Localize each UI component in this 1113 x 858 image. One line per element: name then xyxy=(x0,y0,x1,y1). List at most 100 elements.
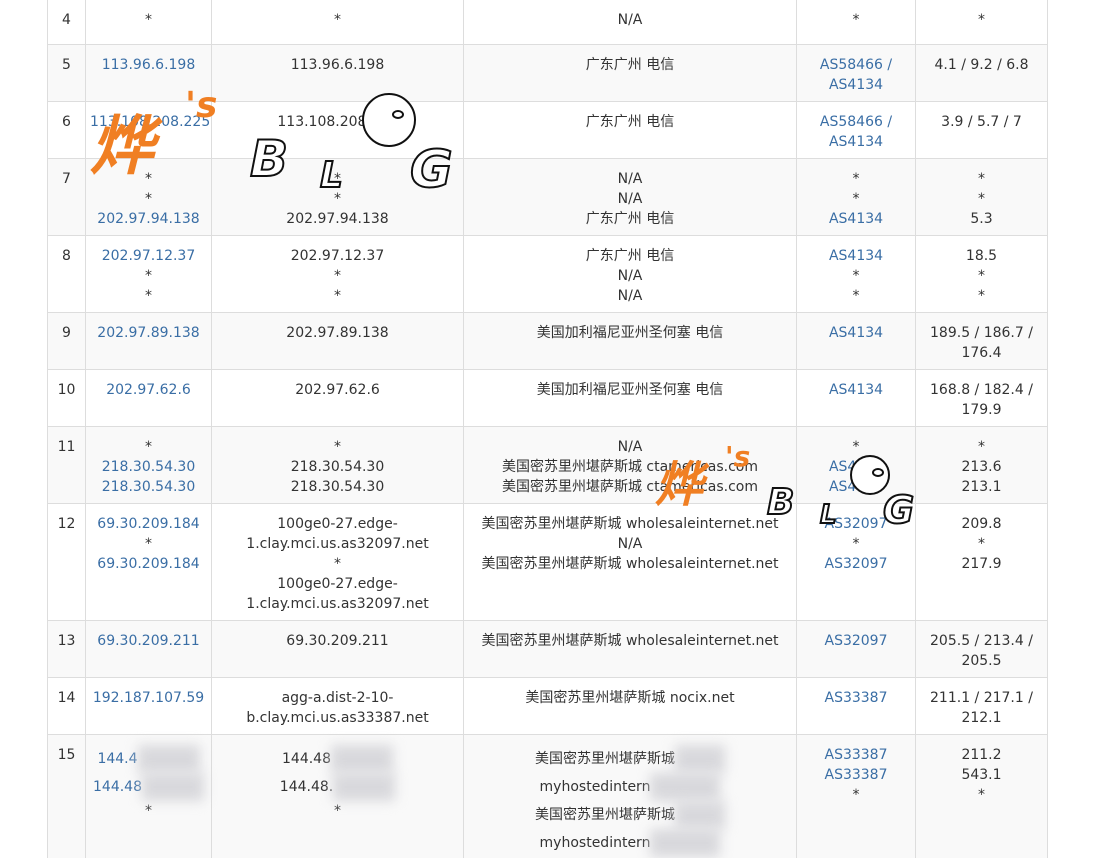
ip-link[interactable]: 69.30.209.211 xyxy=(90,631,207,651)
latency-cell: * * 5.3 xyxy=(915,158,1048,236)
as-value: * xyxy=(852,787,860,803)
ip-value: * xyxy=(145,191,152,207)
redaction-blur xyxy=(137,745,200,773)
asn-link[interactable]: AS32097 xyxy=(801,514,911,534)
ip-cell: 113.96.6.198 xyxy=(85,44,212,102)
asn-link[interactable]: AS33387 xyxy=(801,765,911,785)
location-cell: 美国加利福尼亚州圣何塞 电信 xyxy=(463,369,797,427)
ip-link[interactable]: 218.30.54.30 xyxy=(90,477,207,497)
redaction-blur xyxy=(675,745,725,773)
ip-link[interactable]: 69.30.209.184 xyxy=(90,514,207,534)
host-value: 144.48 xyxy=(216,745,459,773)
asn-cell: AS32097 * AS32097 xyxy=(796,503,916,621)
location-cell: N/A xyxy=(463,0,797,45)
ip-value: * xyxy=(145,803,152,819)
hop-number: 10 xyxy=(47,369,86,427)
hop-number: 9 xyxy=(47,312,86,370)
as-value: * xyxy=(852,288,860,304)
asn-cell: * * AS4134 xyxy=(796,158,916,236)
asn-link[interactable]: AS4134 xyxy=(801,323,911,343)
geo-value: N/A xyxy=(617,439,643,455)
asn-link[interactable]: AS33387 xyxy=(801,745,911,765)
hop-number: 7 xyxy=(47,158,86,236)
location-cell: 美国密苏里州堪萨斯城 wholesaleinternet.net N/A 美国密苏里… xyxy=(463,503,797,621)
rtt-value: 189.5 / 186.7 / 176.4 xyxy=(930,325,1033,361)
host-value: * xyxy=(334,171,341,187)
host-value: * xyxy=(334,12,341,28)
ip-link[interactable]: 69.30.209.184 xyxy=(90,554,207,574)
geo-value: 美国密苏里州堪萨斯城 wholesaleinternet.net xyxy=(481,516,779,532)
latency-cell: 168.8 / 182.4 / 179.9 xyxy=(915,369,1048,427)
as-value: * xyxy=(852,268,860,284)
geo-value: myhostedintern xyxy=(468,829,792,857)
ip-link[interactable]: 202.97.62.6 xyxy=(90,380,207,400)
table-row: 4 * * N/A * * xyxy=(47,0,1048,45)
ip-link[interactable]: 144.4 xyxy=(90,745,207,773)
hop-number: 11 xyxy=(47,426,86,504)
asn-link[interactable]: AS32097 xyxy=(801,631,911,651)
table-row: 9 202.97.89.138 202.97.89.138 美国加利福尼亚州圣何塞 电… xyxy=(47,312,1048,370)
geo-value: 美国密苏里州堪萨斯城 ctamericas.com xyxy=(501,459,759,475)
latency-cell: 211.2 543.1 * xyxy=(915,734,1048,858)
latency-cell: 209.8 * 217.9 xyxy=(915,503,1048,621)
asn-link[interactable]: AS32097 xyxy=(801,554,911,574)
asn-cell: AS58466 / AS4134 xyxy=(796,101,916,159)
rtt-value: * xyxy=(978,288,985,304)
hostname-cell: 144.48 144.48. * xyxy=(211,734,464,858)
geo-value: 美国密苏里州堪萨斯城 xyxy=(468,745,792,773)
table-row: 8 202.97.12.37 * * 202.97.12.37 * * 广东广州 电信 N/A N… xyxy=(47,235,1048,313)
ip-link[interactable]: 113.96.6.198 xyxy=(90,55,207,75)
ip-link[interactable]: 202.97.89.138 xyxy=(90,323,207,343)
host-value: 202.97.94.138 xyxy=(286,211,389,227)
ip-value: * xyxy=(145,288,152,304)
rtt-value: * xyxy=(978,171,985,187)
asn-link[interactable]: AS4134 xyxy=(801,477,911,497)
as-value: * xyxy=(852,171,860,187)
ip-link[interactable]: 144.48 xyxy=(90,773,207,801)
ip-value: * xyxy=(145,268,152,284)
host-value: 202.97.89.138 xyxy=(286,325,389,341)
ip-cell: 202.97.89.138 xyxy=(85,312,212,370)
geo-value: 美国密苏里州堪萨斯城 wholesaleinternet.net xyxy=(481,556,779,572)
ip-cell: * xyxy=(85,0,212,45)
redaction-blur xyxy=(675,801,725,829)
ip-link[interactable]: 218.30.54.30 xyxy=(90,457,207,477)
asn-link[interactable]: AS58466 / AS4134 xyxy=(801,112,911,152)
geo-value: N/A xyxy=(617,268,643,284)
asn-link[interactable]: AS4134 xyxy=(801,380,911,400)
geo-value: N/A xyxy=(617,171,643,187)
ip-cell: 192.187.107.59 xyxy=(85,677,212,735)
hostname-cell: * * 202.97.94.138 xyxy=(211,158,464,236)
table-row: 5 113.96.6.198 113.96.6.198 广东广州 电信 AS58466 … xyxy=(47,44,1048,102)
geo-value: 美国密苏里州堪萨斯城 ctamericas.com xyxy=(501,479,759,495)
host-value: 218.30.54.30 xyxy=(290,479,385,495)
ip-value: * xyxy=(145,171,152,187)
ip-link[interactable]: 192.187.107.59 xyxy=(90,688,207,708)
host-value: * xyxy=(334,439,341,455)
host-value: 144.48. xyxy=(216,773,459,801)
location-cell: 美国密苏里州堪萨斯城 wholesaleinternet.net xyxy=(463,620,797,678)
asn-link[interactable]: AS58466 / AS4134 xyxy=(801,55,911,95)
ip-cell: * * 202.97.94.138 xyxy=(85,158,212,236)
host-value: 113.108.208.225 xyxy=(277,114,398,130)
location-cell: N/A N/A 广东广州 电信 xyxy=(463,158,797,236)
asn-link[interactable]: AS33387 xyxy=(801,688,911,708)
ip-cell: 69.30.209.184 * 69.30.209.184 xyxy=(85,503,212,621)
host-value: 69.30.209.211 xyxy=(286,633,389,649)
ip-link[interactable]: 113.108.208.225 xyxy=(90,112,210,132)
redaction-blur xyxy=(650,829,721,857)
ip-link[interactable]: 202.97.94.138 xyxy=(90,209,207,229)
asn-link[interactable]: AS4134 xyxy=(801,209,911,229)
latency-cell: 211.1 / 217.1 / 212.1 xyxy=(915,677,1048,735)
host-value: * xyxy=(334,288,341,304)
asn-link[interactable]: AS4134 xyxy=(801,457,911,477)
rtt-value: 205.5 / 213.4 / 205.5 xyxy=(930,633,1033,669)
redaction-blur xyxy=(331,745,393,773)
asn-link[interactable]: AS4134 xyxy=(801,246,911,266)
host-value: 202.97.12.37 xyxy=(290,248,385,264)
table-row: 15 144.4 144.48 * 144.48 144.48. * 美国密苏里州堪萨斯城 my… xyxy=(47,734,1048,858)
ip-link[interactable]: 202.97.12.37 xyxy=(90,246,207,266)
asn-cell: AS33387 xyxy=(796,677,916,735)
asn-cell: AS4134 xyxy=(796,369,916,427)
host-value: 202.97.62.6 xyxy=(295,382,380,398)
